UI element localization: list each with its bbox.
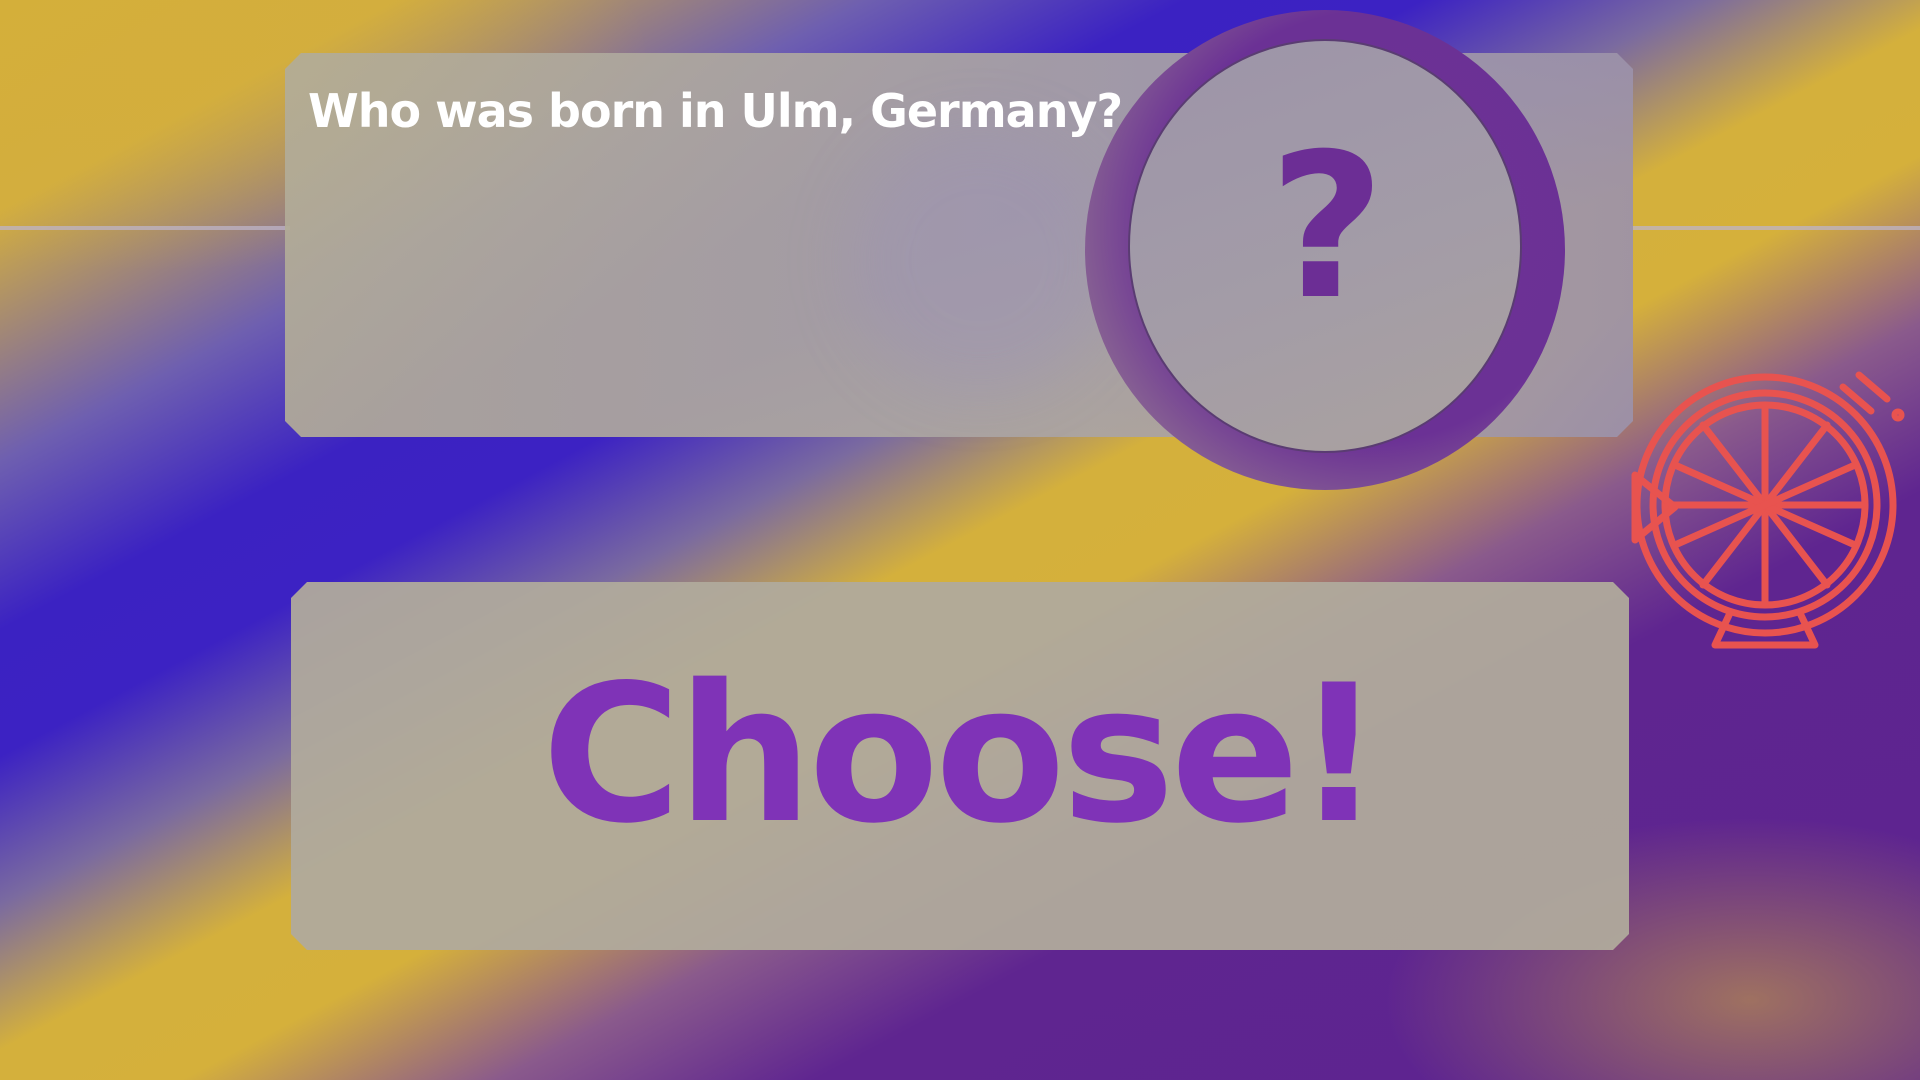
motion-dot	[1891, 408, 1905, 422]
question-text: Who was born in Ulm, Germany?	[308, 84, 1123, 138]
motion-line	[1855, 371, 1891, 403]
divider-line-right	[1630, 226, 1920, 230]
choose-button-label[interactable]: Choose!	[291, 640, 1629, 870]
divider-line-left	[0, 226, 290, 230]
faded-hint-shape	[850, 130, 1110, 390]
spin-wheel-icon[interactable]	[1615, 365, 1915, 665]
question-mark-icon: ?	[1268, 111, 1385, 344]
